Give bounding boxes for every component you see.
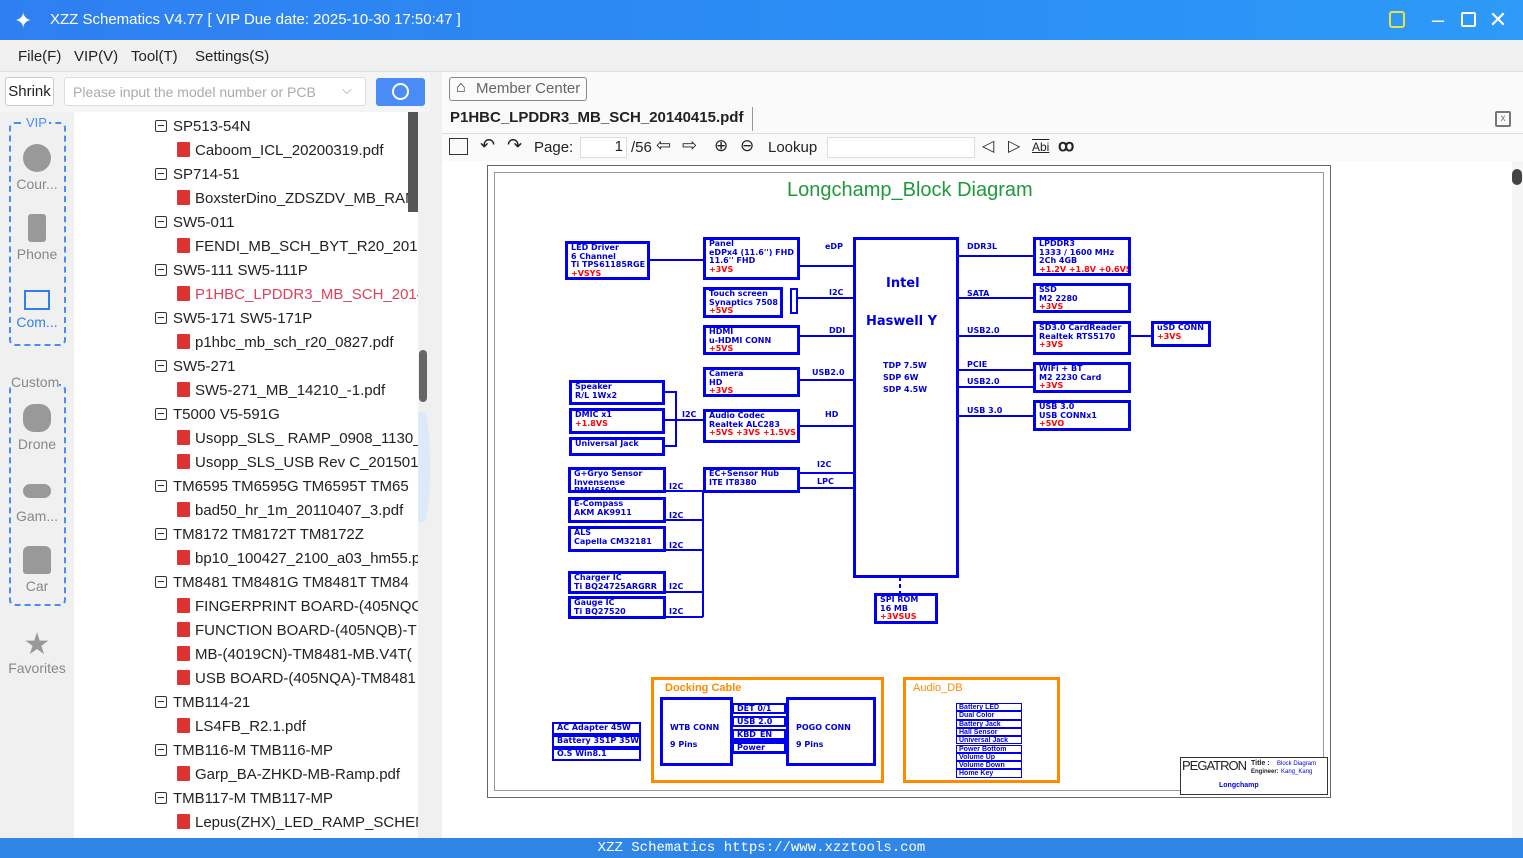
bus-label: I2C [829, 288, 844, 297]
block-power: +5VO [1039, 419, 1065, 428]
block-power: +3VS [709, 264, 734, 274]
engineer-label: Engineer: [1251, 769, 1279, 775]
audio-db-item: Home Key [956, 769, 1022, 778]
block-text: AC Adapter 45W [557, 723, 631, 732]
block-ssd: SSD M2 2280 +3VS [1033, 283, 1131, 313]
block-sd: SD3.0 CardReader Realtek RTS5170 +3VS [1033, 321, 1131, 355]
block-power: +1.2V +1.8V +0.6VS [1039, 264, 1131, 274]
block-panel: Panel eDPx4 (11.6'') FHD 11.6'' FHD +3VS [703, 237, 800, 280]
audio-db-item: Battery Jack [956, 719, 1022, 728]
block-als: ALS Capella CM32181 [568, 526, 666, 552]
block-ecomp: E-Compass AKM AK9911 [568, 497, 666, 523]
engineer-value: Kang_Kang [1281, 769, 1313, 775]
block-touch: Touch screen Synaptics 7508 +5VS [703, 287, 783, 318]
block-power: +3VS [1039, 302, 1064, 311]
bus-label: HD [825, 410, 839, 419]
bus-label: I2C [669, 482, 684, 491]
block-gyro: G+Gryo Sensor Invensense PMU6500 [568, 467, 666, 493]
cpu-name: Haswell Y [866, 314, 938, 329]
block-text: ITE IT8380 [709, 477, 757, 487]
block-power: +5VS +3VS +1.5VS [709, 428, 796, 437]
block-power: +VSYS [571, 268, 602, 278]
block-text: Battery 3S1P 35W [557, 736, 640, 745]
cpu-tdp: TDP 7.5W [883, 361, 927, 370]
cpu-vendor: Intel [886, 276, 920, 291]
block-hdmi: HDMI u-HDMI CONN +5VS [703, 325, 800, 355]
signal-usb: USB 2.0 [732, 716, 786, 727]
bus-label: USB 3.0 [967, 406, 1003, 415]
project-name: Longchamp [1219, 782, 1259, 789]
audio-db-item: Volume Up [956, 752, 1022, 762]
block-lpddr3: LPDDR3 1333 / 1600 MHz 2Ch 4GB +1.2V +1.8V … [1033, 237, 1131, 276]
block-ec: EC+Sensor Hub ITE IT8380 [703, 467, 800, 493]
block-ac: AC Adapter 45W [552, 722, 641, 735]
bus-label: I2C [817, 460, 832, 469]
status-bar: XZZ Schematics https://www.xzztools.com [0, 838, 1523, 858]
block-power: +3VS [1157, 331, 1182, 341]
block-text: Ti BQ24725ARGRR [574, 581, 657, 591]
block-power: +3VS [1039, 381, 1064, 390]
bus-label: USB2.0 [812, 368, 845, 377]
audio-db-item: Power Bottom [956, 744, 1022, 753]
block-gauge: Gauge IC Ti BQ27520 [568, 596, 666, 619]
block-spi: SPI ROM 16 MB +3VSUS [874, 593, 938, 624]
bus-label: eDP [825, 242, 843, 251]
block-power: +3VS [1039, 340, 1064, 349]
block-ujack: Universal Jack [569, 437, 665, 456]
bus-label: PCIE [967, 360, 988, 369]
touch-connector [790, 288, 798, 314]
block-power: +5VS [709, 344, 734, 353]
block-os: O.S Win8.1 [552, 748, 641, 761]
title-label: Title : [1251, 760, 1270, 767]
block-text: O.S Win8.1 [557, 749, 607, 758]
title-value: Block Diagram [1277, 761, 1317, 767]
block-dmic: DMIC x1 +1.8VS [569, 408, 665, 434]
cpu-sdp: SDP 6W [883, 373, 919, 382]
audio-db-label: Audio_DB [913, 682, 963, 694]
bus-label: DDR3L [967, 242, 998, 251]
block-power: +3VS [709, 386, 734, 395]
bus-label: I2C [682, 410, 697, 419]
block-text: Universal Jack [575, 439, 639, 448]
bus-label: I2C [669, 511, 684, 520]
audio-db-item: Battery LED [956, 703, 1022, 712]
block-usb3: USB 3.0 USB CONNx1 +5VO [1033, 400, 1131, 431]
audio-db-item: Dual Color [956, 711, 1022, 720]
block-wifi: WiFi + BT M2 2230 Card +3VS [1033, 362, 1131, 393]
block-usd: uSD CONN +3VS [1151, 321, 1211, 347]
block-text: PMU6500 [574, 486, 617, 493]
bus-label: I2C [669, 541, 684, 550]
bus-label: DDI [829, 326, 846, 335]
block-camera: Camera HD +3VS [703, 367, 800, 397]
cpu-sdp-low: SDP 4.5W [883, 385, 928, 394]
cpu-block: Intel Haswell Y TDP 7.5W SDP 6W SDP 4.5W [853, 237, 959, 578]
block-led: LED Driver 6 Channel Ti TPS61185RGE +VSYS [565, 241, 650, 280]
signal-det: DET 0/1 [732, 703, 786, 714]
audio-db-item: Volume Down [956, 761, 1022, 770]
block-text: Ti BQ27520 [574, 606, 626, 616]
audio-db-item: Hall Sensor [956, 727, 1022, 737]
pegatron-logo: PEGATRON [1182, 758, 1247, 773]
block-text: AKM AK9911 [574, 507, 632, 517]
block-batt: Battery 3S1P 35W [552, 735, 641, 748]
bus-label: SATA [967, 289, 990, 298]
bus-label: LPC [817, 477, 834, 486]
signal-power: Power [732, 742, 786, 753]
block-charger: Charger IC Ti BQ24725ARGRR [568, 571, 666, 594]
block-text: Capella CM32181 [574, 536, 652, 546]
bus-label: USB2.0 [967, 326, 1000, 335]
block-power: +3VSUS [880, 612, 917, 621]
bus-label: USB2.0 [967, 377, 1000, 386]
bus-label: I2C [669, 582, 684, 591]
title-block: PEGATRON Title : Block Diagram Engineer:… [1180, 757, 1328, 795]
bus-label: I2C [669, 607, 684, 616]
docking-cable-label: Docking Cable [665, 682, 742, 694]
block-power: +5VS [709, 306, 734, 315]
signal-kbd-en: KBD_EN [732, 729, 786, 740]
block-text: R/L 1Wx2 [575, 390, 618, 400]
block-codec: Audio Codec Realtek ALC283 +5VS +3VS +1.5V… [703, 409, 800, 443]
block-speaker: Speaker R/L 1Wx2 [569, 380, 665, 405]
audio-db-item: Universal Jack [956, 736, 1022, 745]
block-power: +1.8VS [575, 418, 608, 428]
